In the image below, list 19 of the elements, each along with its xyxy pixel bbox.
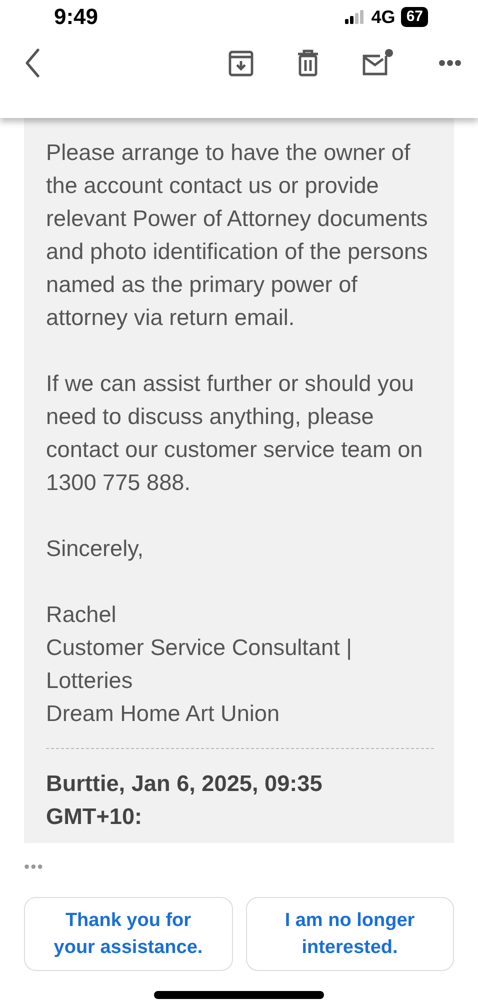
signal-icon [345, 10, 366, 24]
battery-level: 67 [401, 7, 428, 27]
smart-reply-button[interactable]: I am no longer interested. [246, 897, 454, 971]
quote-header: Burttie, Jan 6, 2025, 09:35 GMT+10: [46, 770, 324, 831]
signature-line: Customer Service Consultant | Lotteries [46, 634, 353, 695]
archive-icon[interactable] [228, 49, 254, 77]
message-paragraph: Please arrange to have the owner of the account contact us or provide relevant Power of Attorney documents and photo identification of the persons named as the primary power of attorney via return email. [46, 139, 429, 332]
message-paragraph: Sincerely, [46, 535, 145, 563]
signature-line: Rachel [46, 601, 118, 629]
message-paragraph: If we can assist further or should you need to discuss anything, please contact our customer service team on 1300 775 888. [46, 370, 424, 497]
status-time: 9:49 [54, 4, 98, 30]
more-dots[interactable]: ••• [24, 859, 44, 877]
signature-line: Dream Home Art Union [46, 700, 281, 728]
mark-unread-icon[interactable] [362, 48, 394, 78]
smart-reply-button[interactable]: Thank you for your assistance. [24, 897, 232, 971]
network-label: 4G [371, 6, 396, 28]
more-icon[interactable] [438, 59, 462, 67]
back-icon[interactable] [24, 48, 40, 78]
delete-icon[interactable] [296, 49, 320, 77]
